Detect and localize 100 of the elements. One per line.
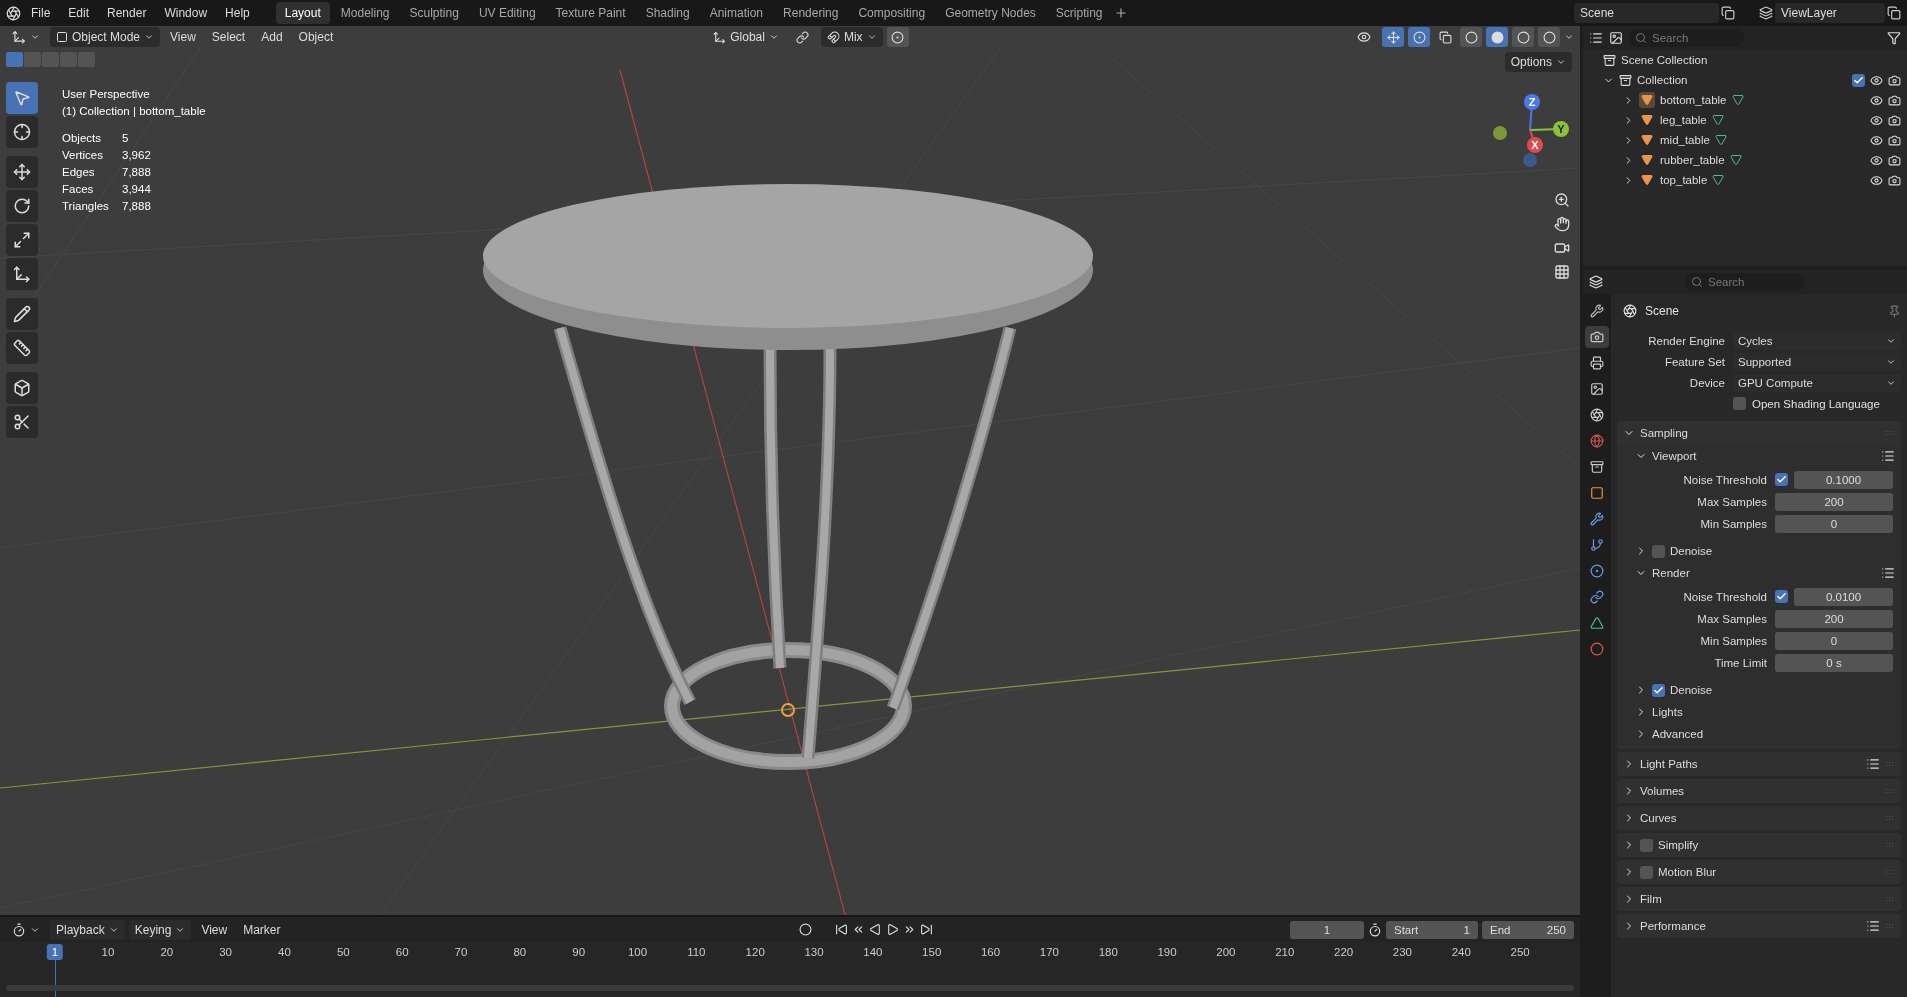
scrollbar[interactable] <box>6 985 1574 991</box>
workspace-tab[interactable]: Scripting <box>1046 2 1112 24</box>
eye-icon[interactable] <box>1870 93 1883 107</box>
jump-end-icon[interactable] <box>919 923 933 936</box>
panel-header[interactable]: Denoise <box>1617 679 1901 701</box>
menu-item[interactable]: View <box>195 919 234 940</box>
editor-type-icon[interactable] <box>1589 275 1603 289</box>
menu-item[interactable]: Object <box>292 27 340 47</box>
timer-icon[interactable] <box>1368 922 1382 937</box>
panel-header[interactable]: Simplify <box>1617 833 1901 857</box>
outliner-item[interactable]: Collection <box>1637 74 1688 86</box>
number-field[interactable]: 0 <box>1775 631 1893 650</box>
tool-button[interactable] <box>6 224 38 256</box>
scene-field[interactable]: Scene <box>1574 3 1719 23</box>
checkbox[interactable] <box>1640 838 1653 852</box>
panel-header[interactable]: Motion Blur <box>1617 860 1901 884</box>
panel-header[interactable]: Viewport <box>1617 445 1901 467</box>
number-field[interactable]: 0 s <box>1775 653 1893 672</box>
orientation-dropdown[interactable]: Global <box>707 27 785 47</box>
number-field[interactable]: 0.1000 <box>1794 470 1893 489</box>
panel-header[interactable]: Volumes <box>1617 779 1901 803</box>
panel-header[interactable]: Curves <box>1617 806 1901 830</box>
workspace-tab[interactable]: Texture Paint <box>546 2 635 24</box>
image-icon[interactable] <box>1609 31 1623 45</box>
jump-start-icon[interactable] <box>834 923 848 936</box>
hand-icon[interactable] <box>1554 216 1570 232</box>
outliner-item[interactable]: Scene Collection <box>1621 54 1708 66</box>
camera-icon[interactable] <box>1888 113 1901 127</box>
workspace-tab[interactable]: UV Editing <box>469 2 545 24</box>
menu-item[interactable]: View <box>164 27 202 47</box>
tool-button[interactable] <box>6 298 38 330</box>
camera-icon[interactable] <box>1888 173 1901 187</box>
chevron-down-icon[interactable] <box>1564 32 1574 42</box>
panel-header[interactable]: Light Paths <box>1617 752 1901 776</box>
checkbox[interactable] <box>1852 73 1865 87</box>
camera-icon[interactable] <box>1554 240 1570 256</box>
menu-item[interactable]: Marker <box>237 919 287 940</box>
checkbox[interactable] <box>1733 397 1746 410</box>
properties-tab[interactable] <box>1585 326 1609 348</box>
end-frame-field[interactable]: End 250 <box>1482 920 1574 939</box>
axis-handle[interactable] <box>1527 137 1543 153</box>
checkbox[interactable] <box>1775 590 1788 603</box>
tool-button[interactable] <box>6 116 38 148</box>
camera-icon[interactable] <box>1888 93 1901 107</box>
start-frame-field[interactable]: Start 1 <box>1386 920 1478 939</box>
add-icon[interactable] <box>1113 6 1128 20</box>
number-field[interactable]: 200 <box>1775 609 1893 628</box>
eye-icon[interactable] <box>1870 113 1883 127</box>
outliner-item[interactable]: mid_table <box>1660 134 1710 146</box>
mode-dropdown[interactable]: Object Mode <box>50 27 161 47</box>
list-icon[interactable] <box>1866 919 1880 933</box>
outliner-item[interactable]: leg_table <box>1660 114 1707 126</box>
workspace-tab[interactable]: Rendering <box>774 2 848 24</box>
panel-header[interactable]: Advanced <box>1617 723 1901 745</box>
menu-item[interactable]: Edit <box>60 3 98 23</box>
outliner-item[interactable]: rubber_table <box>1660 154 1725 166</box>
axis-gizmo[interactable]: Z Y X <box>1490 90 1570 180</box>
shading-icon[interactable] <box>1538 27 1560 47</box>
filter-icon[interactable] <box>1887 31 1901 45</box>
axis-handle[interactable] <box>1523 153 1537 167</box>
eye-icon[interactable] <box>1870 173 1883 187</box>
workspace-tab[interactable]: Sculpting <box>400 2 468 24</box>
checkbox[interactable] <box>1775 473 1788 486</box>
menu-item[interactable]: File <box>23 3 59 23</box>
tool-button[interactable] <box>6 372 38 404</box>
dropdown[interactable]: Supported <box>1733 352 1901 371</box>
workspace-tab[interactable]: Shading <box>636 2 699 24</box>
panel-header[interactable]: Lights <box>1617 701 1901 723</box>
eye-icon[interactable] <box>1870 73 1883 87</box>
menu-item[interactable]: Render <box>99 3 155 23</box>
workspace-tab[interactable]: Animation <box>700 2 773 24</box>
axis-handle[interactable] <box>1553 121 1569 137</box>
number-field[interactable]: 0 <box>1775 514 1893 533</box>
search-field[interactable]: Search <box>1685 273 1805 291</box>
tool-button[interactable] <box>6 156 38 188</box>
grid-icon[interactable] <box>1554 264 1570 280</box>
list-icon[interactable] <box>1866 757 1880 771</box>
workspace-tab[interactable]: Modeling <box>331 2 399 24</box>
display-mode-icon[interactable] <box>1589 31 1603 45</box>
menu-item[interactable]: Add <box>255 27 289 47</box>
camera-icon[interactable] <box>1888 133 1901 147</box>
overlays-icon[interactable] <box>1408 27 1430 47</box>
zoom-icon[interactable] <box>1554 192 1570 208</box>
workspace-tab[interactable]: Compositing <box>849 2 935 24</box>
panel-header[interactable]: Film <box>1617 887 1901 911</box>
shading-icon[interactable] <box>1512 27 1534 47</box>
outliner-item[interactable]: bottom_table <box>1660 94 1727 106</box>
dropdown[interactable]: GPU Compute <box>1733 373 1901 392</box>
number-field[interactable]: 200 <box>1775 492 1893 511</box>
list-icon[interactable] <box>1881 566 1895 580</box>
checkbox[interactable] <box>1640 865 1653 879</box>
menu-item[interactable]: Window <box>156 3 216 23</box>
panel-header[interactable]: Performance <box>1617 914 1901 938</box>
workspace-tab[interactable]: Layout <box>275 2 330 24</box>
proportional-icon[interactable] <box>886 27 909 47</box>
eye-icon[interactable] <box>1870 153 1883 167</box>
panel-header[interactable]: Denoise <box>1617 540 1901 562</box>
menu-dropdown[interactable]: Keying <box>128 919 192 940</box>
menu-dropdown[interactable]: Playback <box>50 919 125 940</box>
camera-icon[interactable] <box>1888 73 1901 87</box>
